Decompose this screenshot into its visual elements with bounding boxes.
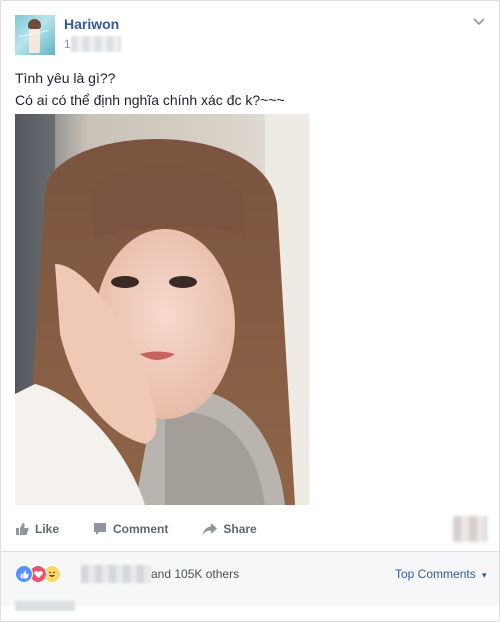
post-actions: Like Comment Share [15,522,257,536]
author-avatar[interactable] [15,15,55,55]
top-comments-label: Top Comments [395,567,476,581]
like-reaction-icon [15,565,33,583]
comment-icon [93,522,107,536]
blurred-next-row [15,601,75,611]
post-text-line-1: Tình yêu là gì?? [15,70,116,86]
top-comments-dropdown[interactable]: Top Comments ▾ [395,567,487,581]
blurred-avatar [453,516,487,542]
reaction-count[interactable]: and 105K others [151,567,239,581]
caret-down-icon: ▾ [482,570,487,580]
post-text-line-2: Có ai có thể định nghĩa chính xác đc k?~… [15,92,285,108]
thumbs-up-icon [15,522,29,536]
blurred-timestamp [71,36,121,52]
share-button[interactable]: Share [202,522,257,536]
like-label: Like [35,522,60,536]
reaction-summary: and 105K others Top Comments ▾ [1,552,499,611]
post-photo[interactable] [15,114,309,505]
post-timestamp[interactable]: 1 [64,37,71,51]
like-button[interactable]: Like [15,522,59,536]
post-card: Hariwon 1 Tình yêu là gì?? Có ai có thể … [0,0,500,622]
share-label: Share [223,522,257,536]
post-body: Tình yêu là gì?? Có ai có thể định nghĩa… [15,67,285,111]
author-name[interactable]: Hariwon [64,16,119,32]
comment-button[interactable]: Comment [93,522,168,536]
reaction-icons[interactable] [15,565,67,583]
share-arrow-icon [202,522,218,536]
chevron-down-icon[interactable] [473,15,485,29]
comment-label: Comment [113,522,169,536]
blurred-names [81,565,151,583]
